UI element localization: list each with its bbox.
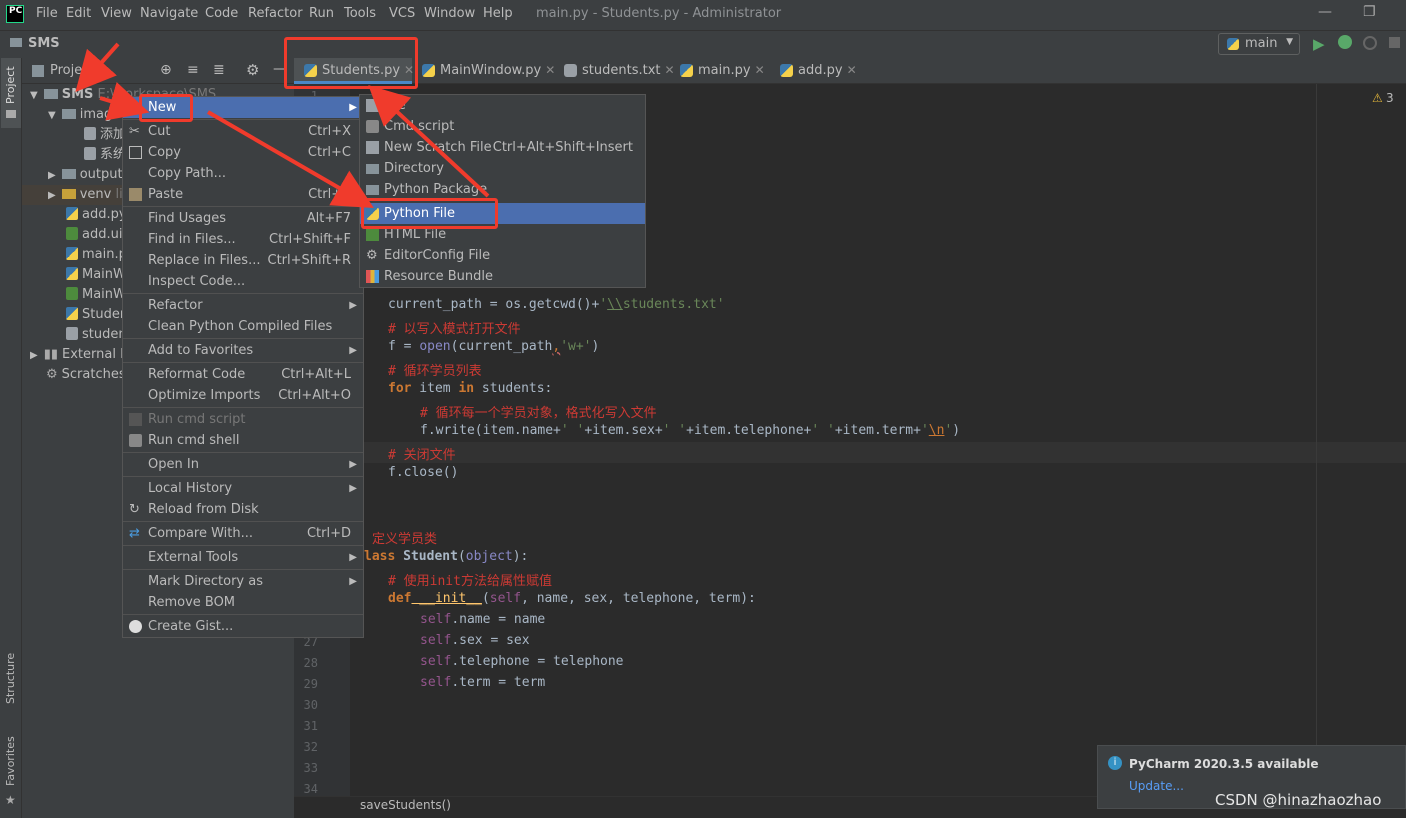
arrow-to-new bbox=[99, 82, 150, 121]
update-link[interactable]: Update... bbox=[1129, 779, 1184, 793]
notification-title: PyCharm 2020.3.5 available bbox=[1129, 757, 1319, 771]
watermark: CSDN @hinazhaozhao bbox=[1215, 791, 1382, 809]
annotation-arrows bbox=[75, 42, 490, 209]
arrow-to-python-file bbox=[206, 110, 374, 209]
info-icon: i bbox=[1108, 756, 1122, 770]
arrow-to-sms bbox=[75, 42, 120, 92]
arrow-to-students-tab bbox=[368, 85, 490, 198]
